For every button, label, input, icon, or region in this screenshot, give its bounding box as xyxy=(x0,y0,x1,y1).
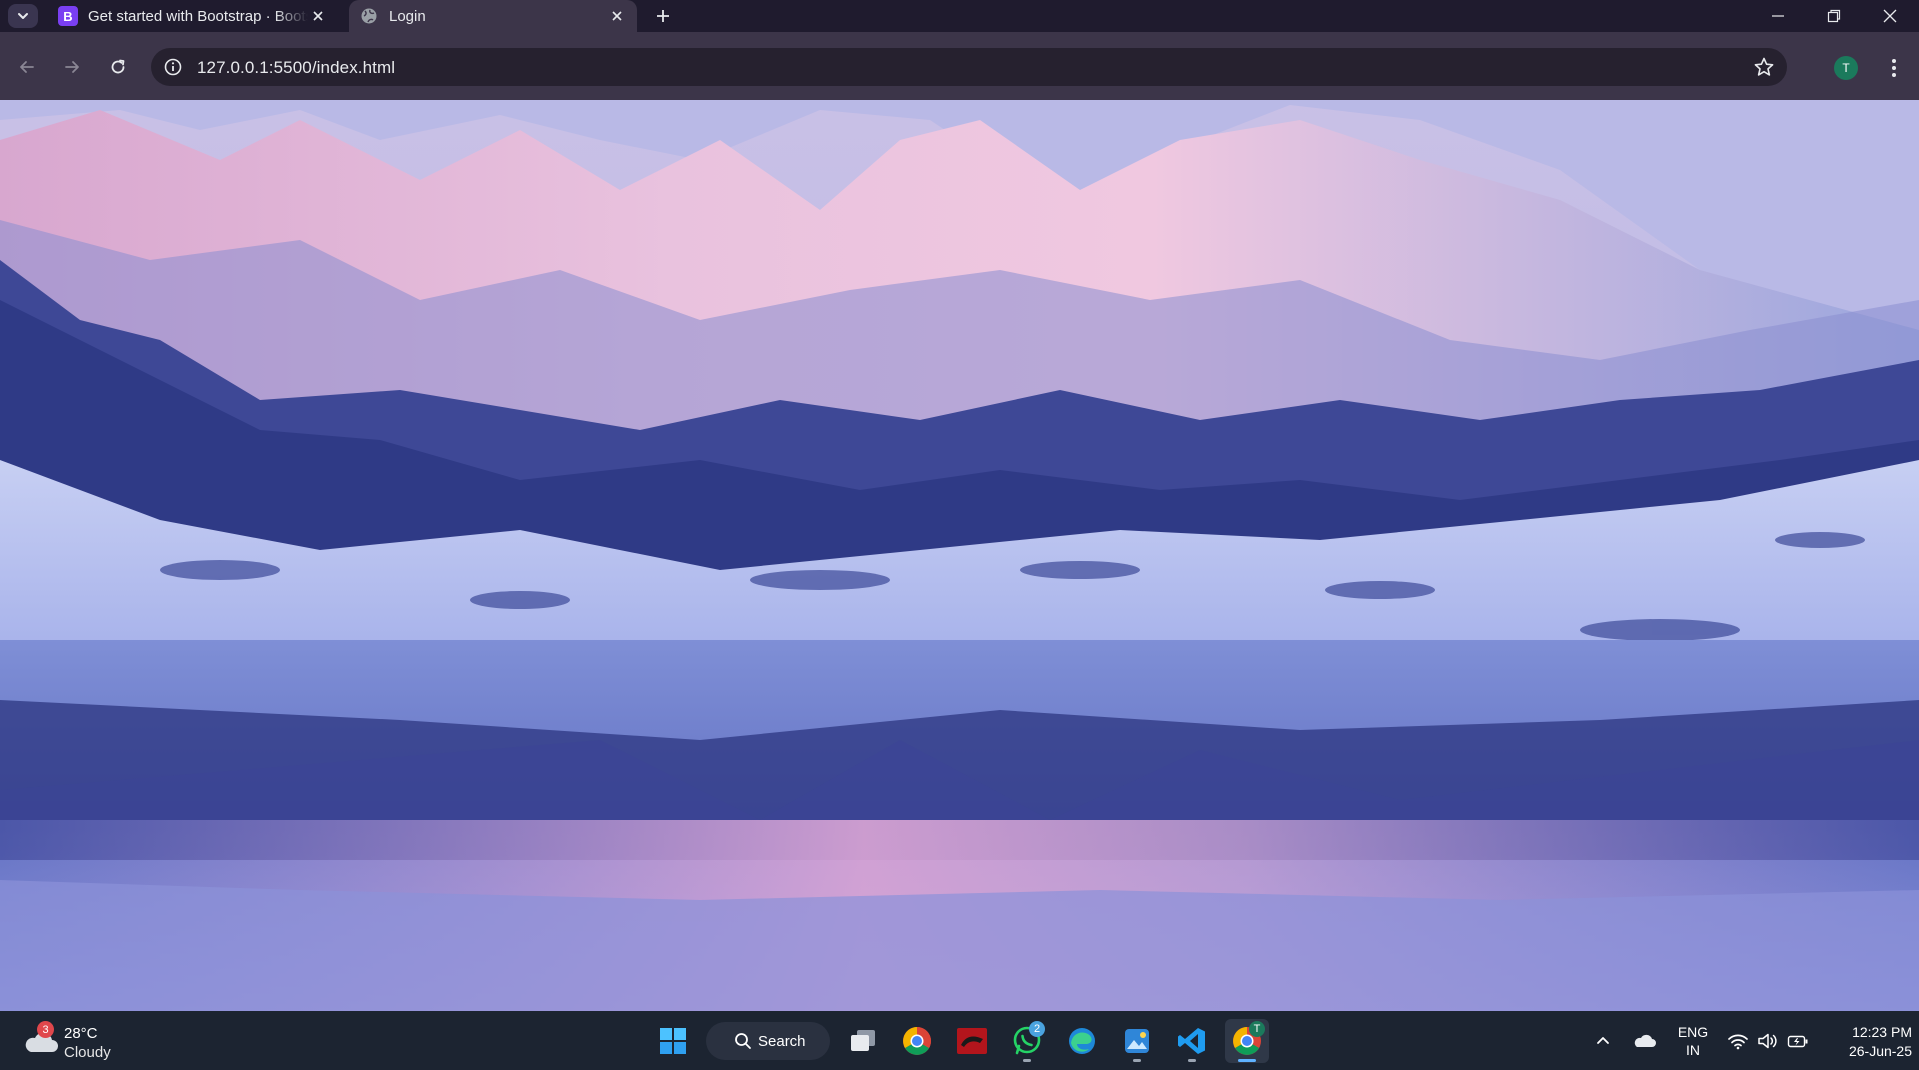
chevron-up-icon xyxy=(1597,1037,1609,1044)
chrome-icon xyxy=(903,1027,931,1055)
chrome-profile-button[interactable]: T xyxy=(1225,1019,1269,1063)
globe-icon xyxy=(359,6,379,26)
start-button[interactable] xyxy=(651,1019,695,1063)
tab-strip: B Get started with Bootstrap · Bootstrap… xyxy=(0,0,1919,32)
onedrive-button[interactable] xyxy=(1628,1019,1660,1063)
weather-temperature: 28°C xyxy=(64,1025,98,1042)
info-icon[interactable] xyxy=(163,57,183,77)
plus-icon xyxy=(657,10,669,22)
battery-button[interactable] xyxy=(1784,1019,1812,1063)
show-hidden-icons-button[interactable] xyxy=(1588,1019,1618,1063)
bootstrap-icon: B xyxy=(58,6,78,26)
arrow-left-icon xyxy=(20,61,34,73)
close-icon[interactable] xyxy=(607,6,627,26)
clock-time: 12:23 PM xyxy=(1852,1024,1912,1040)
minimize-button[interactable] xyxy=(1750,0,1806,32)
language-code: ENG xyxy=(1677,1024,1709,1040)
taskbar-search[interactable]: Search xyxy=(706,1022,830,1060)
battery-charging-icon xyxy=(1787,1035,1808,1048)
restore-icon xyxy=(1827,9,1841,23)
language-indicator[interactable]: ENG IN xyxy=(1671,1023,1715,1059)
clock[interactable]: 12:23 PM 26-Jun-25 xyxy=(1820,1023,1912,1061)
network-button[interactable] xyxy=(1724,1019,1752,1063)
close-icon xyxy=(1883,9,1897,23)
more-vertical-icon xyxy=(1892,59,1896,77)
minimize-icon xyxy=(1772,15,1784,17)
task-view-button[interactable] xyxy=(841,1019,885,1063)
whatsapp-badge: 2 xyxy=(1029,1021,1045,1037)
vscode-button[interactable] xyxy=(1170,1019,1214,1063)
restore-button[interactable] xyxy=(1806,0,1862,32)
forward-button[interactable] xyxy=(57,52,87,82)
close-icon[interactable] xyxy=(308,6,328,26)
task-view-icon xyxy=(851,1030,875,1051)
whatsapp-button[interactable]: 2 xyxy=(1005,1019,1049,1063)
menu-button[interactable] xyxy=(1880,54,1908,82)
tab-bootstrap[interactable]: B Get started with Bootstrap · Bootstrap xyxy=(48,0,338,32)
search-label: Search xyxy=(758,1033,806,1050)
volume-button[interactable] xyxy=(1754,1019,1782,1063)
profile-badge: T xyxy=(1249,1021,1265,1037)
running-indicator xyxy=(1188,1059,1196,1062)
weather-widget[interactable]: 3 28°C Cloudy xyxy=(22,1020,132,1062)
new-tab-button[interactable] xyxy=(651,4,675,28)
running-indicator xyxy=(1133,1059,1141,1062)
photos-icon xyxy=(1125,1029,1149,1053)
search-icon xyxy=(735,1033,751,1049)
browser-toolbar: 127.0.0.1:5500/index.html T xyxy=(0,32,1919,100)
tab-title: Login xyxy=(389,7,426,25)
onedrive-cloud-icon xyxy=(1634,1034,1656,1047)
reload-icon xyxy=(111,59,125,74)
edge-button[interactable] xyxy=(1060,1019,1104,1063)
reload-button[interactable] xyxy=(103,52,133,82)
active-indicator xyxy=(1238,1059,1256,1062)
tab-search-button[interactable] xyxy=(8,4,38,28)
back-button[interactable] xyxy=(12,52,42,82)
edge-icon xyxy=(1069,1028,1095,1054)
tab-title: Get started with Bootstrap · Bootstrap xyxy=(88,7,308,25)
snowy-mountain-lake-background xyxy=(0,100,1919,1011)
speaker-icon xyxy=(1758,1033,1777,1049)
taskbar: 3 28°C Cloudy Search 2 T ENG IN 12:23 PM… xyxy=(0,1011,1919,1070)
profile-avatar[interactable]: T xyxy=(1834,56,1858,80)
vscode-icon xyxy=(1178,1028,1205,1054)
close-window-button[interactable] xyxy=(1862,0,1918,32)
arrow-right-icon xyxy=(65,61,79,73)
red-app-button[interactable] xyxy=(950,1019,994,1063)
photos-button[interactable] xyxy=(1115,1019,1159,1063)
windows-start-icon xyxy=(660,1028,686,1054)
tab-login[interactable]: Login xyxy=(349,0,637,32)
weather-badge: 3 xyxy=(37,1021,54,1038)
chrome-taskbar-button[interactable] xyxy=(895,1019,939,1063)
chevron-down-icon xyxy=(18,13,28,19)
url-text: 127.0.0.1:5500/index.html xyxy=(197,58,396,77)
clock-date: 26-Jun-25 xyxy=(1848,1043,1912,1059)
running-indicator xyxy=(1023,1059,1031,1062)
wifi-icon xyxy=(1728,1034,1748,1050)
address-bar[interactable]: 127.0.0.1:5500/index.html xyxy=(151,48,1787,86)
language-region: IN xyxy=(1686,1042,1700,1058)
weather-condition: Cloudy xyxy=(64,1044,111,1061)
star-icon[interactable] xyxy=(1753,56,1775,78)
red-app-icon xyxy=(957,1028,987,1054)
page-viewport xyxy=(0,100,1919,1011)
